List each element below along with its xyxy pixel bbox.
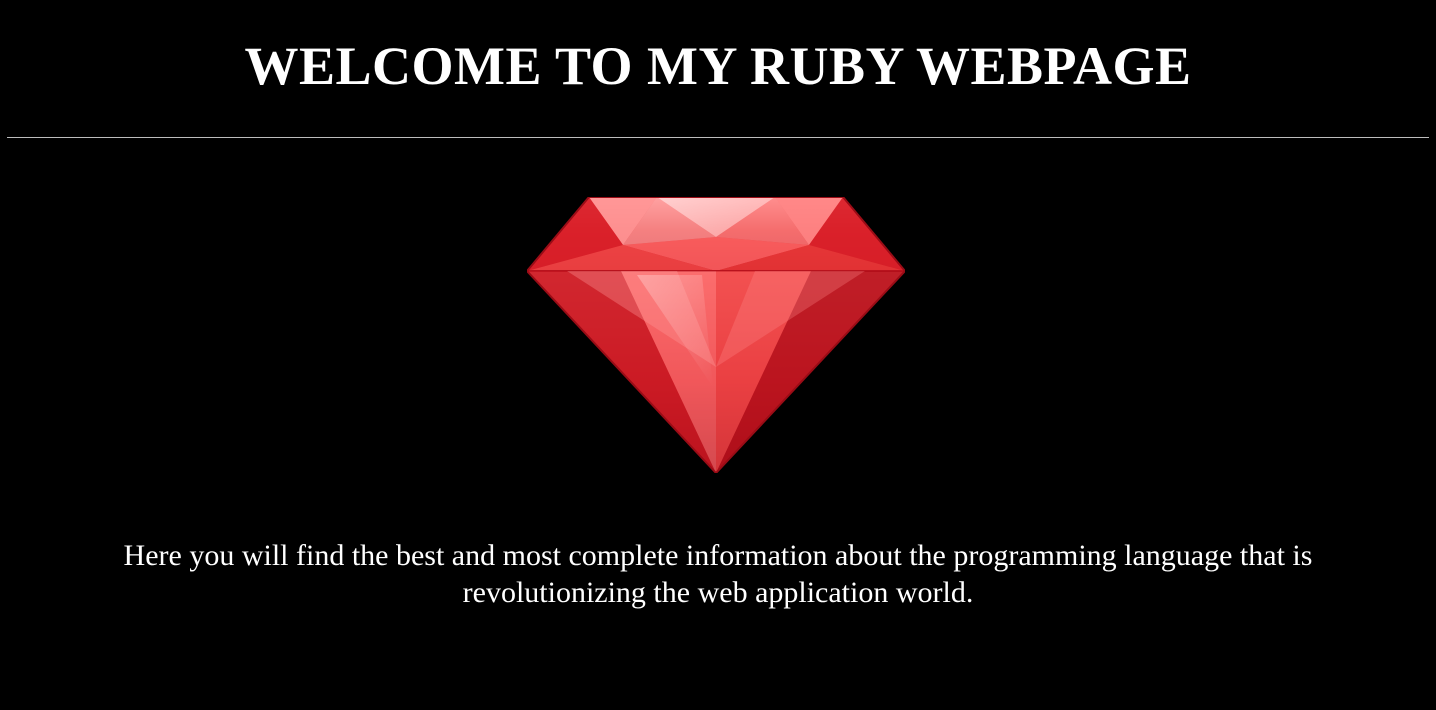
ruby-gem-icon (527, 197, 905, 473)
page-title: WELCOME TO MY RUBY WEBPAGE (244, 36, 1192, 96)
header-divider (7, 137, 1429, 138)
intro-text: Here you will find the best and most com… (123, 539, 1313, 609)
page: WELCOME TO MY RUBY WEBPAGE Here you will… (0, 0, 1436, 710)
